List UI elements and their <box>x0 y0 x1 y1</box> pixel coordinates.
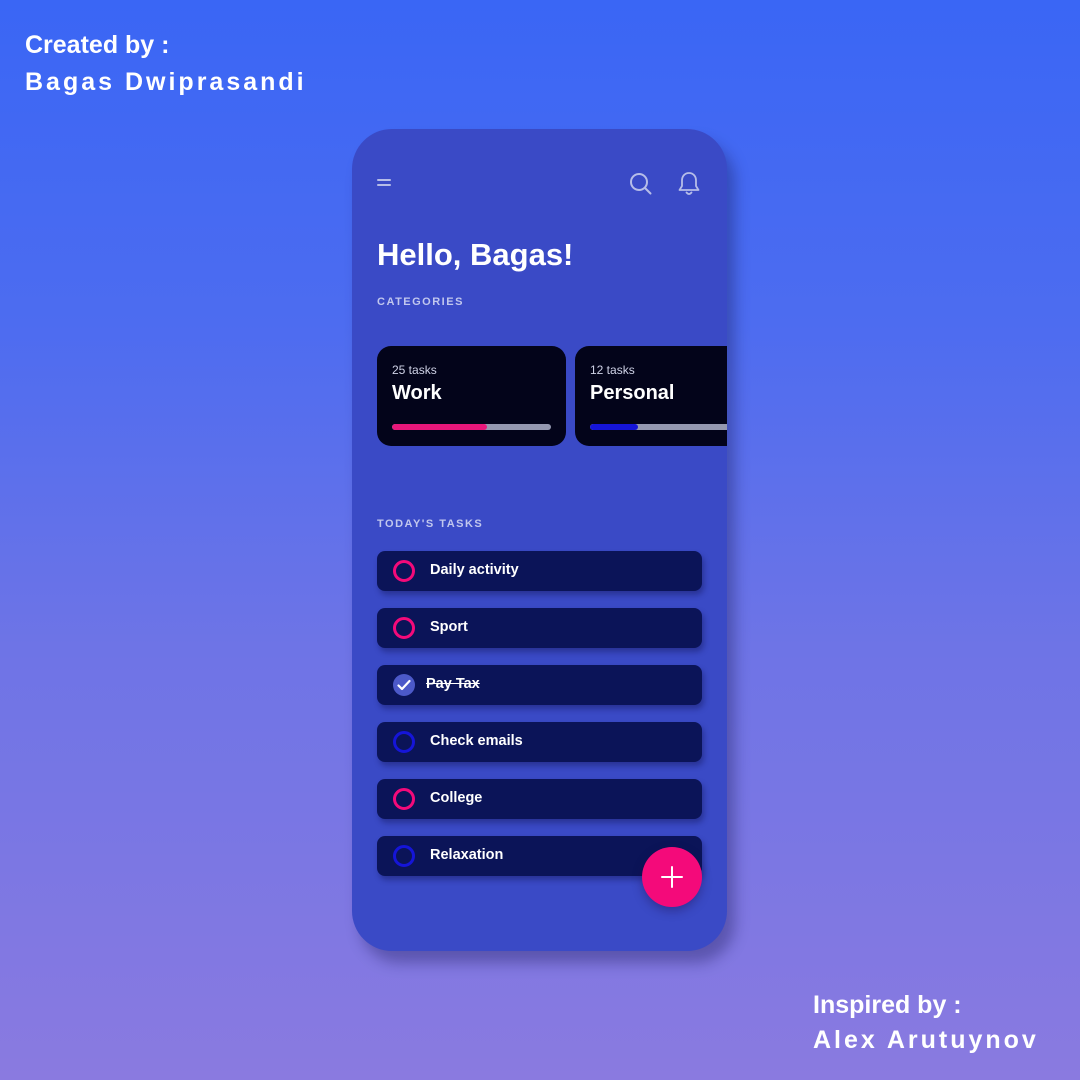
categories-heading: CATEGORIES <box>377 296 464 308</box>
inspired-by-credit: Inspired by : Alex Arutuynov <box>813 990 1039 1055</box>
task-label: Relaxation <box>430 847 504 863</box>
phone-screen: Hello, Bagas! CATEGORIES 25 tasks Work 1… <box>352 129 727 951</box>
greeting-title: Hello, Bagas! <box>377 237 574 272</box>
task-item-daily-activity[interactable]: Daily activity <box>377 551 702 591</box>
category-progress-bar <box>590 424 727 430</box>
category-task-count: 25 tasks <box>392 363 437 377</box>
category-name: Personal <box>590 382 675 404</box>
created-by-name: Bagas Dwiprasandi <box>25 68 307 96</box>
category-progress-bar <box>392 424 551 430</box>
category-card-work[interactable]: 25 tasks Work <box>377 346 566 446</box>
plus-icon <box>661 866 683 888</box>
task-label: Check emails <box>430 733 523 749</box>
bell-icon[interactable] <box>677 171 701 197</box>
category-task-count: 12 tasks <box>590 363 635 377</box>
task-status-circle-icon[interactable] <box>393 731 415 753</box>
category-name: Work <box>392 382 442 404</box>
category-card-personal[interactable]: 12 tasks Personal <box>575 346 727 446</box>
search-icon[interactable] <box>629 172 653 196</box>
task-label: Daily activity <box>430 562 519 578</box>
task-item-check-emails[interactable]: Check emails <box>377 722 702 762</box>
task-status-circle-icon[interactable] <box>393 788 415 810</box>
task-status-circle-icon[interactable] <box>393 560 415 582</box>
task-item-sport[interactable]: Sport <box>377 608 702 648</box>
add-task-button[interactable] <box>642 847 702 907</box>
task-checked-icon[interactable] <box>393 674 415 696</box>
task-item-college[interactable]: College <box>377 779 702 819</box>
task-label: Pay Tax <box>426 676 480 692</box>
task-status-circle-icon[interactable] <box>393 845 415 867</box>
menu-icon[interactable] <box>375 174 395 190</box>
todays-tasks-heading: TODAY'S TASKS <box>377 518 484 530</box>
task-label: Sport <box>430 619 468 635</box>
task-label: College <box>430 790 483 806</box>
inspired-by-name: Alex Arutuynov <box>813 1026 1039 1054</box>
task-status-circle-icon[interactable] <box>393 617 415 639</box>
category-progress-fill <box>392 424 488 430</box>
category-progress-fill <box>590 424 638 430</box>
task-item-pay-tax[interactable]: Pay Tax <box>377 665 702 705</box>
inspired-by-label: Inspired by : <box>813 991 962 1019</box>
created-by-credit: Created by : Bagas Dwiprasandi <box>25 30 307 97</box>
created-by-label: Created by : <box>25 31 170 59</box>
